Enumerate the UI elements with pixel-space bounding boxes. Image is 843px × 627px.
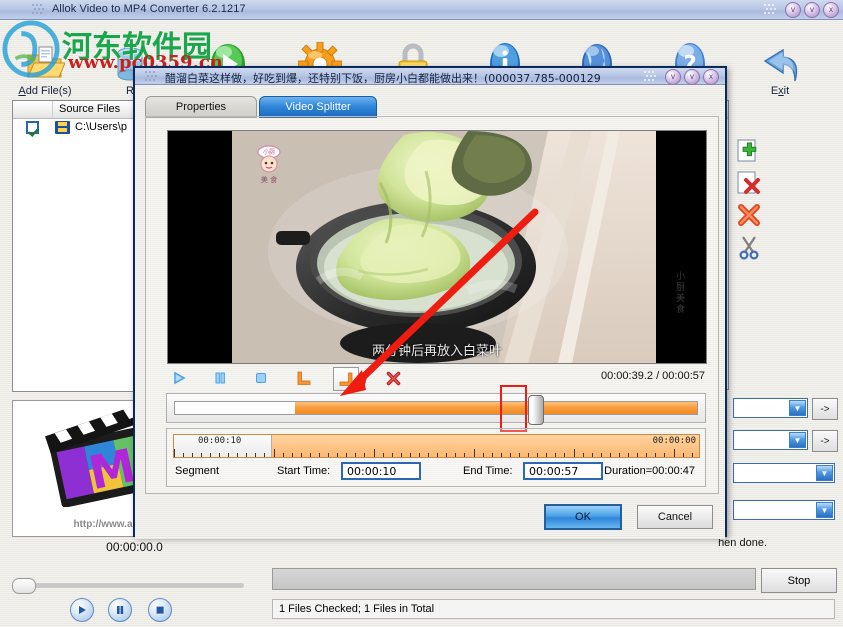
dialog-titlebar-grip [145,71,159,82]
video-splitter-dialog: 醋溜白菜这样做，好吃到爆，还特别下饭，厨房小白都能做出来！(000037.785… [133,66,727,539]
header-check [13,101,53,118]
titlebar-grip [32,4,46,15]
slider-track[interactable] [174,401,698,415]
dialog-minimize-button[interactable]: v [665,69,681,85]
slider-thumb[interactable] [528,395,544,425]
dialog-window-controls: v v x [644,69,719,85]
end-time-input[interactable]: 00:00:57 [523,462,603,480]
conversion-progress-bar [272,568,756,590]
cancel-button[interactable]: Cancel [637,505,713,529]
close-button[interactable]: x [823,2,839,18]
preview-play-button[interactable] [70,598,94,622]
video-subtitle: 两分钟后再放入白菜叶 [371,344,502,359]
splitter-controls: 00:00:39.2 / 00:00:57 [167,367,705,391]
segment-panel: 00:00:10 00:00:00 Segment Start Time: 00… [166,428,706,487]
start-time-input[interactable]: 00:00:10 [341,462,421,480]
timeline-slider[interactable] [166,393,706,425]
ok-button[interactable]: OK [544,504,622,530]
svg-text:小厨: 小厨 [263,148,275,156]
delete-segment-button[interactable] [381,367,405,389]
segment-duration: Duration=00:00:47 [604,465,695,477]
splitter-group: 小厨 美 食 小厨美食 两分钟后再放入白菜叶 00:00:39.2 / 00:0… [145,116,719,494]
status-message: 1 Files Checked; 1 Files in Total [272,599,835,619]
preview-seek-track[interactable] [14,583,244,588]
svg-text:美 食: 美 食 [261,175,277,184]
maximize-button[interactable]: v [804,2,820,18]
video-badge-icon: 小厨 美 食 [248,143,290,185]
dialog-close-button[interactable]: x [703,69,719,85]
settings-combo-3[interactable]: ▼ [733,463,835,483]
chevron-down-icon[interactable]: ▼ [789,400,806,416]
mark-out-icon [339,372,352,386]
row-source-path: C:\Users\p [75,121,127,133]
chevron-down-icon[interactable]: ▼ [816,465,833,481]
stop-icon [256,373,266,383]
preview-pause-button[interactable] [108,598,132,622]
main-titlebar: Allok Video to MP4 Converter 6.2.1217 v … [0,0,843,20]
chevron-down-icon[interactable]: ▼ [789,432,806,448]
set-end-button[interactable] [333,367,359,391]
preview-seek-knob[interactable] [12,578,36,594]
settings-combo-2[interactable]: ▼ [733,430,808,450]
chevron-down-icon[interactable]: ▼ [816,502,833,518]
settings-go-button-2[interactable]: -> [812,430,838,452]
dialog-titlebar-dots-icon [644,71,660,83]
start-time-label: Start Time: [277,465,331,477]
settings-go-button-1[interactable]: -> [812,398,838,420]
play-button[interactable] [167,367,191,389]
video-preview[interactable]: 小厨 美 食 小厨美食 两分钟后再放入白菜叶 [167,130,707,364]
video-file-icon [55,121,70,134]
settings-done-text: hen done. [718,537,767,549]
tab-properties[interactable]: Properties [145,96,257,118]
pause-icon [117,606,124,614]
time-display: 00:00:39.2 / 00:00:57 [601,370,705,382]
toolbar-exit-label: Exit [770,85,790,97]
end-time-label: End Time: [463,465,513,477]
stop-button[interactable]: Stop [761,568,837,593]
slider-fill [295,402,697,414]
remove-file-icon[interactable] [736,170,762,196]
ruler-ticks [174,448,699,457]
segment-label: Segment [175,465,220,477]
dialog-body: Properties Video Splitter 小厨 美 食 小厨美食 两分… [135,85,725,539]
minimize-button[interactable]: v [785,2,801,18]
set-start-button[interactable] [291,367,315,389]
play-icon [174,371,186,385]
add-file-icon[interactable] [736,138,762,164]
toolbar-add-files[interactable]: Add File(s) [10,42,80,97]
clear-all-icon[interactable] [736,202,762,228]
pause-icon [215,372,225,384]
cut-scissors-icon[interactable] [736,234,762,260]
toolbar-add-files-label: Add File(s) [18,85,72,97]
ruler-left-label: 00:00:10 [198,436,242,446]
toolbar-exit[interactable]: Exit [745,42,815,97]
window-title: Allok Video to MP4 Converter 6.2.1217 [52,3,246,15]
highlight-box-slider [500,385,527,432]
dialog-titlebar: 醋溜白菜这样做，好吃到爆，还特别下饭，厨房小白都能做出来！(000037.785… [135,68,725,85]
preview-timecode: 00:00:00.0 [106,540,163,554]
exit-arrow-icon [745,42,815,86]
preview-stop-button[interactable] [148,598,172,622]
close-x-icon [386,371,400,385]
stop-icon [156,606,164,614]
row-checkbox[interactable] [26,121,39,134]
settings-combo-4[interactable]: ▼ [733,500,835,520]
tab-video-splitter[interactable]: Video Splitter [259,96,377,118]
titlebar-dots-icon [764,4,780,16]
pause-button[interactable] [208,367,232,389]
window-controls: v v x [764,2,839,18]
video-side-watermark: 小厨美食 [674,271,684,315]
play-icon [79,606,86,614]
dialog-maximize-button[interactable]: v [684,69,700,85]
add-files-icon [10,42,80,86]
mark-in-icon [297,371,310,385]
settings-combo-1[interactable]: ▼ [733,398,808,418]
segment-ruler[interactable]: 00:00:10 00:00:00 [173,434,700,458]
status-column-panel: Status -- [669,100,798,390]
ruler-right-label: 00:00:00 [652,436,696,446]
application-window: Allok Video to MP4 Converter 6.2.1217 v … [0,0,843,627]
stop-button[interactable] [249,367,273,389]
dialog-title: 醋溜白菜这样做，好吃到爆，还特别下饭，厨房小白都能做出来！(000037.785… [165,72,601,85]
